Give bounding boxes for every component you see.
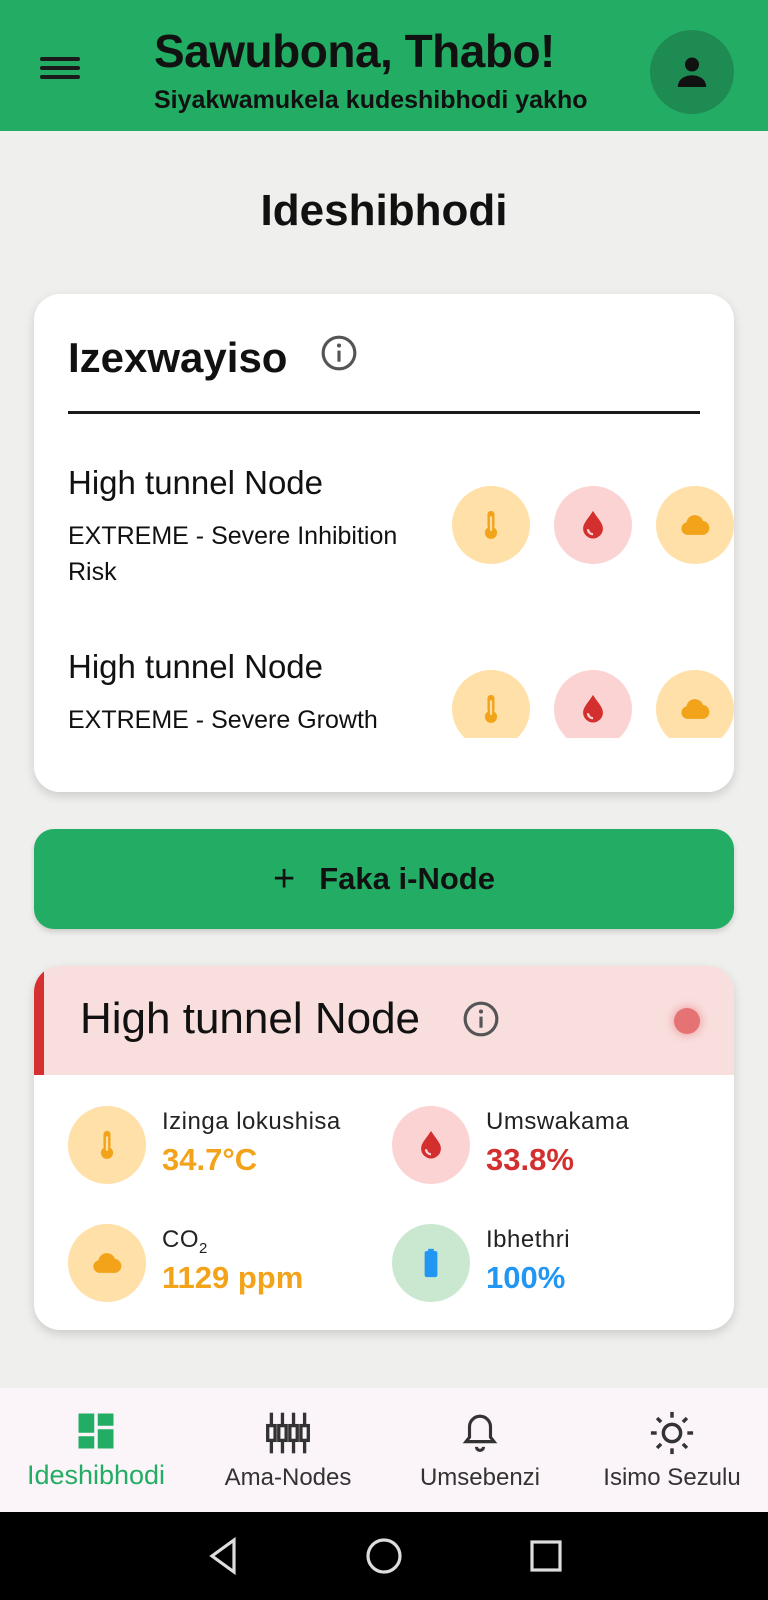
nav-label: Isimo Sezulu [603,1464,741,1491]
battery-badge [392,1224,470,1302]
person-icon [677,57,707,87]
drop-icon [421,1130,441,1159]
co2-label: CO2 [162,1226,208,1257]
temperature-metric: Izinga lokushisa 34.7°C [68,1106,388,1196]
home-icon[interactable] [360,1532,408,1580]
info-icon[interactable] [320,334,358,372]
drop-icon [583,694,603,723]
sliders-icon [266,1412,310,1454]
alerts-title: Izexwayiso [68,334,288,381]
add-node-button[interactable]: + Faka i-Node [34,829,734,929]
bell-icon [462,1414,498,1452]
greeting-subtitle: Siyakwamukela kudeshibhodi yakho [154,86,588,114]
cloud-icon [681,515,710,535]
battery-icon [424,1248,438,1278]
humidity-label: Umswakama [486,1108,630,1135]
alert-node-name: High tunnel Node [68,464,324,501]
battery-label: Ibhethri [486,1226,571,1253]
thermometer-icon [484,510,498,539]
co2-label-main: CO [162,1226,199,1253]
nav-label: Umsebenzi [419,1464,541,1491]
thermometer-icon [484,694,498,723]
nav-item-weather[interactable]: Isimo Sezulu [576,1388,768,1512]
humidity-metric: Umswakama 33.8% [392,1106,712,1196]
page-title: Ideshibhodi [260,186,508,235]
temperature-badge [68,1106,146,1184]
info-icon[interactable] [462,1000,500,1038]
alerts-scroll-edge [34,738,734,792]
nav-item-dashboard[interactable]: Ideshibhodi [0,1388,192,1512]
dashboard-icon [78,1413,114,1449]
bottom-navigation: Ideshibhodi Ama-Nodes Umsebenzi Isimo Se… [0,1388,768,1512]
node-card[interactable]: High tunnel Node Izinga lokushisa 34.7°C… [34,966,734,1330]
temperature-badge [452,486,530,564]
co2-badge [656,670,734,748]
battery-value: 100% [486,1260,566,1295]
alerts-card: Izexwayiso High tunnel Node EXTREME - Se… [34,294,734,792]
plus-icon: + [273,857,296,900]
add-node-label: Faka i-Node [319,861,495,896]
alerts-divider [68,411,700,414]
status-indicator-dot [674,1008,700,1034]
alert-node-name: High tunnel Node [68,648,324,685]
back-icon[interactable] [200,1532,248,1580]
co2-badge [68,1224,146,1302]
co2-value: 1129 ppm [162,1260,304,1295]
temperature-label: Izinga lokushisa [162,1108,341,1135]
sun-icon [650,1411,694,1455]
profile-avatar-button[interactable] [650,30,734,114]
humidity-badge [392,1106,470,1184]
thermometer-icon [100,1130,114,1159]
alert-description: EXTREME - Severe Inhibition Risk [68,522,398,586]
app-bar: Sawubona, Thabo! Siyakwamukela kudeshibh… [0,0,768,131]
humidity-badge [554,486,632,564]
nav-item-tasks[interactable]: Umsebenzi [384,1388,576,1512]
temperature-badge [452,670,530,748]
status-accent-bar [34,966,44,1075]
temperature-value: 34.7°C [162,1142,258,1177]
cloud-icon [681,699,710,719]
recents-icon[interactable] [522,1532,570,1580]
drop-icon [583,510,603,539]
humidity-badge [554,670,632,748]
nav-item-nodes[interactable]: Ama-Nodes [192,1388,384,1512]
co2-label-sub: 2 [199,1239,208,1257]
humidity-value: 33.8% [486,1142,574,1177]
node-card-header: High tunnel Node [34,966,734,1075]
co2-badge [656,486,734,564]
battery-metric: Ibhethri 100% [392,1224,712,1314]
alert-item[interactable]: High tunnel Node EXTREME - Severe Inhibi… [68,464,734,624]
system-navigation-bar [0,1512,768,1600]
cloud-icon [93,1253,122,1273]
co2-metric: CO2 1129 ppm [68,1224,388,1314]
node-title: High tunnel Node [80,994,421,1043]
menu-icon[interactable] [36,52,84,88]
nav-label: Ama-Nodes [224,1464,352,1491]
nav-label: Ideshibhodi [26,1460,166,1490]
greeting-title: Sawubona, Thabo! [154,25,555,77]
